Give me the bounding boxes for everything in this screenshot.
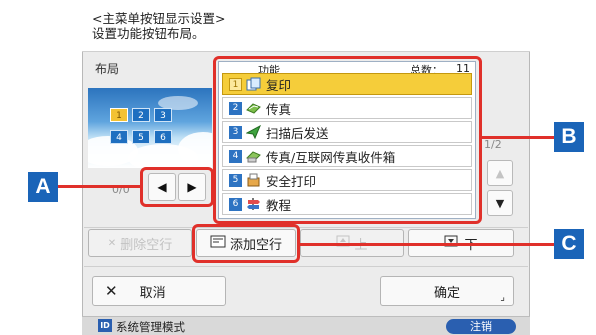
callout-a: A (28, 172, 58, 202)
layout-slot[interactable]: 1 (110, 108, 128, 122)
logout-button[interactable]: 注销 (446, 319, 516, 334)
layout-slot[interactable]: 3 (154, 108, 172, 122)
cancel-label: 取消 (139, 285, 166, 301)
id-icon: ID (98, 319, 112, 332)
delete-blank-label: 删除空行 (120, 237, 173, 253)
scroll-down-button[interactable]: ▼ (487, 190, 513, 216)
mode-label: 系统管理模式 (116, 320, 185, 334)
callout-a-line (58, 185, 142, 188)
layout-label: 布局 (95, 62, 120, 76)
ok-button[interactable]: 确定 ⌟ (380, 276, 514, 306)
layout-slot[interactable]: 4 (110, 130, 128, 144)
highlight-c (192, 224, 300, 263)
divider (84, 266, 528, 267)
layout-slot[interactable]: 6 (154, 130, 172, 144)
page-title: <主菜单按钮显示设置> (92, 11, 226, 26)
highlight-a (140, 167, 214, 207)
ok-label: 确定 (433, 285, 460, 301)
delete-blank-button[interactable]: ✕ 删除空行 (88, 229, 192, 257)
scroll-up-button[interactable]: ▲ (487, 160, 513, 186)
delete-row-icon: ✕ (107, 237, 117, 249)
callout-c-line (298, 243, 554, 246)
enter-corner-icon: ⌟ (500, 292, 505, 303)
arrow-down-icon: ▼ (495, 196, 505, 210)
highlight-b (213, 56, 482, 224)
divider (84, 227, 528, 228)
arrow-up-icon: ▲ (495, 166, 505, 180)
close-icon: ✕ (105, 282, 118, 300)
callout-c: C (554, 229, 584, 259)
callout-b: B (554, 122, 584, 152)
page-instruction: 设置功能按钮布局。 (92, 26, 205, 41)
list-page-indicator: 1/2 (484, 138, 502, 151)
cancel-button[interactable]: ✕ 取消 (92, 276, 226, 306)
layout-slot[interactable]: 5 (132, 130, 150, 144)
callout-b-line (480, 136, 554, 139)
layout-preview: 1 2 3 4 5 6 (88, 88, 212, 168)
layout-slot[interactable]: 2 (132, 108, 150, 122)
